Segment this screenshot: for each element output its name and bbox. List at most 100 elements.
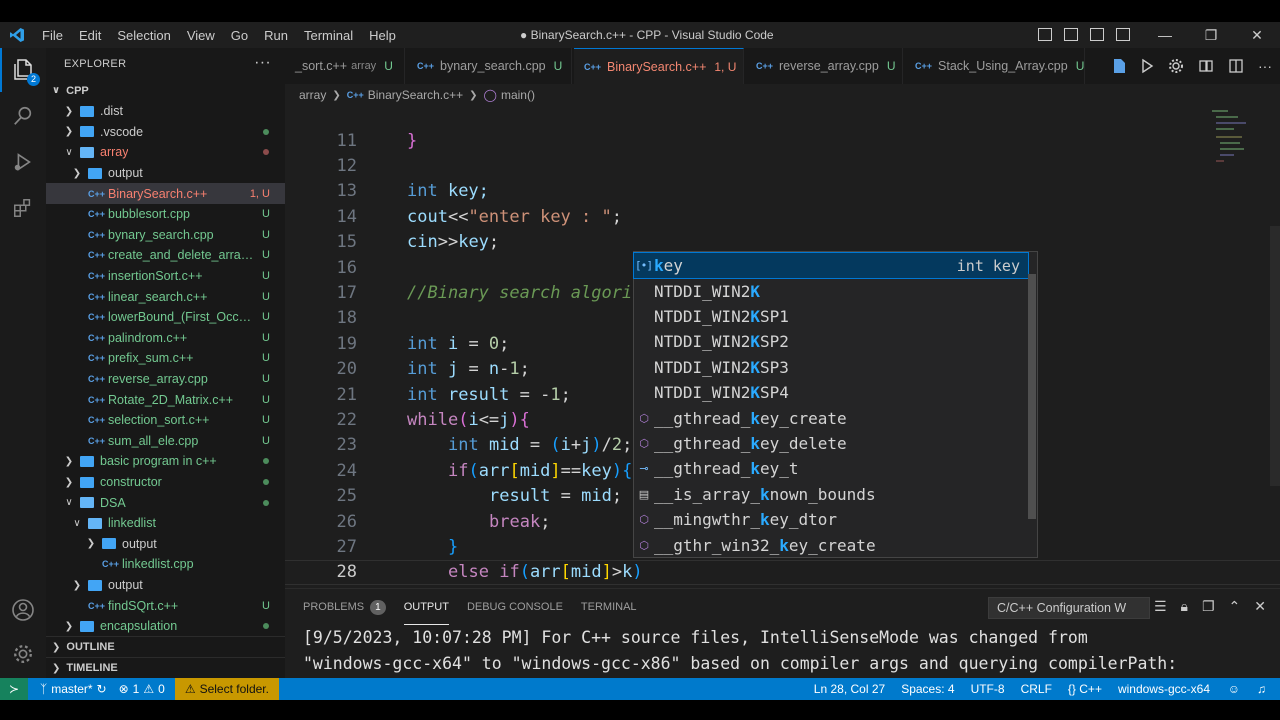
panel-tab-debug-console[interactable]: DEBUG CONSOLE [467,589,563,625]
tree-file[interactable]: C++ palindrom.c++ U [46,328,285,349]
indentation[interactable]: Spaces: 4 [901,682,954,696]
customize-layout-icon[interactable] [1116,28,1130,41]
toggle-panel-icon[interactable] [1064,28,1078,41]
tree-file[interactable]: C++ prefix_sum.c++ U [46,348,285,369]
suggestion-item[interactable]: ⬡ __gthread_key_delete [634,431,1028,456]
breadcrumb-file[interactable]: BinarySearch.c++ [368,88,463,102]
tree-folder[interactable]: ∨ DSA [46,492,285,513]
tab-stack-using-array-cpp[interactable]: C++ Stack_Using_Array.cpp U [905,48,1085,84]
cursor-position[interactable]: Ln 28, Col 27 [814,682,885,696]
tree-file[interactable]: C++ bynary_search.cpp U [46,225,285,246]
tree-file[interactable]: C++ Rotate_2D_Matrix.c++ U [46,389,285,410]
suggestion-item[interactable]: NTDDI_WIN2KSP3 [634,355,1028,380]
list-filter-icon[interactable]: ☰ [1154,598,1167,615]
close-window-icon[interactable]: ✕ [1234,22,1280,48]
tree-file[interactable]: C++ linear_search.c++ U [46,286,285,307]
branch-indicator[interactable]: ᛉ master* ↻ [40,682,107,696]
panel-tab-output[interactable]: OUTPUT [403,589,449,625]
tab-bynary-search-cpp[interactable]: C++ bynary_search.cpp U [407,48,572,84]
suggestion-item[interactable]: ▤ __is_array_known_bounds [634,482,1028,507]
tab-binarysearch-c-[interactable]: C++ BinarySearch.c++ 1, U [574,48,744,84]
notifications-bell-icon[interactable]: ♫ [1257,682,1266,696]
menu-item-terminal[interactable]: Terminal [296,28,361,43]
toggle-secondary-sidebar-icon[interactable] [1090,28,1104,41]
panel-tab-problems[interactable]: PROBLEMS 1 [303,589,386,625]
tree-folder[interactable]: ❯ basic program in c++ [46,451,285,472]
suggestion-scrollbar[interactable] [1028,274,1036,519]
suggestion-item[interactable]: [•] key int key [633,251,1029,280]
open-file-icon[interactable] [1112,58,1126,74]
encoding[interactable]: UTF-8 [971,682,1005,696]
restore-icon[interactable]: ❐ [1188,22,1234,48]
suggestion-item[interactable]: NTDDI_WIN2KSP4 [634,380,1028,405]
suggestion-item[interactable]: NTDDI_WIN2KSP1 [634,304,1028,329]
account-status-icon[interactable]: ☺ [1228,682,1240,696]
code-line[interactable]: 28 else if(arr[mid]>k) [285,559,1280,586]
menu-item-run[interactable]: Run [256,28,296,43]
cpp-configuration[interactable]: windows-gcc-x64 [1118,682,1210,696]
search-activity[interactable] [0,94,46,138]
tree-folder[interactable]: ❯ output [46,575,285,596]
compare-icon[interactable] [1198,58,1214,74]
tab-reverse-array-cpp[interactable]: C++ reverse_array.cpp U [746,48,903,84]
menu-item-go[interactable]: Go [223,28,256,43]
close-panel-icon[interactable]: ✕ [1254,598,1266,615]
minimize-icon[interactable]: — [1142,22,1188,48]
breadcrumb-folder[interactable]: array [299,88,326,102]
tree-folder[interactable]: ❯ output [46,534,285,555]
more-editor-actions-icon[interactable]: ··· [1258,58,1272,74]
settings-gear-icon[interactable] [1168,58,1184,74]
run-icon[interactable] [1140,58,1154,74]
remote-icon[interactable]: ≻ [0,678,28,700]
suggestion-item[interactable]: NTDDI_WIN2K [634,278,1028,303]
tab--sort-c-[interactable]: _sort.c++ array U [285,48,405,84]
tree-file[interactable]: C++ bubblesort.cpp U [46,204,285,225]
end-of-line[interactable]: CRLF [1021,682,1052,696]
menu-item-file[interactable]: File [34,28,71,43]
maximize-panel-icon[interactable]: ⌃ [1229,598,1241,615]
manage-activity[interactable] [0,632,46,676]
workspace-root[interactable]: ∨ CPP [46,80,285,101]
breadcrumb-symbol[interactable]: main() [501,88,535,102]
outline-section[interactable]: ❯ OUTLINE [46,636,285,657]
tree-folder[interactable]: ❯ .dist [46,101,285,122]
tree-file[interactable]: C++ findSQrt.c++ U [46,595,285,616]
tree-file[interactable]: C++ sum_all_ele.cpp U [46,431,285,452]
minimap[interactable] [1206,106,1266,206]
tree-file[interactable]: C++ insertionSort.c++ U [46,266,285,287]
panel-tab-terminal[interactable]: TERMINAL [581,589,637,625]
menu-item-help[interactable]: Help [361,28,404,43]
split-editor-icon[interactable] [1228,58,1244,74]
tree-file[interactable]: C++ reverse_array.cpp U [46,369,285,390]
toggle-primary-sidebar-icon[interactable] [1038,28,1052,41]
tree-folder[interactable]: ❯ output [46,163,285,184]
clear-output-icon[interactable]: ❐ [1202,598,1215,615]
more-actions-icon[interactable]: ··· [254,54,271,72]
tree-file[interactable]: C++ create_and_delete_array.c... U [46,245,285,266]
code-line[interactable]: 12 [285,153,1280,178]
editor-scrollbar[interactable] [1270,226,1280,486]
extensions-activity[interactable] [0,186,46,230]
lock-icon[interactable]: 🔒︎ [1181,598,1188,615]
tree-folder[interactable]: ❯ encapsulation [46,616,285,637]
timeline-section[interactable]: ❯ TIMELINE [46,657,285,678]
code-line[interactable]: 11} [285,128,1280,153]
problems-indicator[interactable]: ⊗ 1 ⚠︎ 0 [119,682,165,696]
suggestion-item[interactable]: ⬡ __mingwthr_key_dtor [634,507,1028,532]
tree-file[interactable]: C++ selection_sort.c++ U [46,410,285,431]
tree-file[interactable]: C++ linkedlist.cpp [46,554,285,575]
tree-file[interactable]: C++ BinarySearch.c++ 1, U [46,183,285,204]
accounts-activity[interactable] [0,588,46,632]
language-mode[interactable]: {} C++ [1068,682,1102,696]
menu-item-view[interactable]: View [179,28,223,43]
run-debug-activity[interactable] [0,140,46,184]
menu-item-edit[interactable]: Edit [71,28,109,43]
tree-folder[interactable]: ❯ constructor [46,472,285,493]
output-channel-select[interactable]: C/C++ Configuration W [988,597,1150,619]
tree-folder[interactable]: ∨ linkedlist [46,513,285,534]
suggestion-item[interactable]: NTDDI_WIN2KSP2 [634,329,1028,354]
tree-file[interactable]: C++ lowerBound_(First_Occura... U [46,307,285,328]
code-line[interactable]: 13 int key; [285,179,1280,204]
suggestion-item[interactable]: ⬡ __gthr_win32_key_create [634,532,1028,557]
tree-folder[interactable]: ❯ .vscode [46,122,285,143]
